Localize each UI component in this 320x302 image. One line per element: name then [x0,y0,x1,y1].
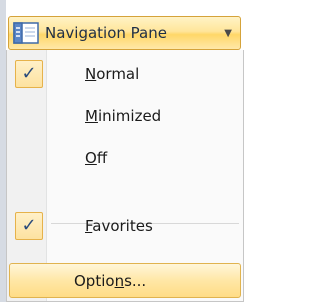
checked-indicator: ✓ [15,60,43,88]
menu-item-label: Normal [85,65,140,83]
menu-item-options[interactable]: Options... [9,263,241,298]
menu-item-label: Off [85,149,108,167]
menu-item-favorites[interactable]: ✓ Favorites [9,208,241,244]
checkmark-icon: ✓ [21,63,37,84]
menu-item-label: Favorites [85,217,153,235]
checked-indicator: ✓ [15,212,43,240]
navigation-pane-menu: ✓ Normal Minimized Off ✓ Favorites Optio… [6,50,244,302]
menu-screenshot: Navigation Pane ▼ ✓ Normal Minimized Off… [0,0,244,302]
navigation-pane-label: Navigation Pane [45,24,167,42]
menu-item-label: Minimized [85,107,162,125]
menu-item-normal[interactable]: ✓ Normal [9,56,241,92]
menu-item-off[interactable]: Off [9,140,241,176]
navigation-pane-icon [13,22,39,44]
menu-item-label: Options... [74,271,147,290]
checkmark-icon: ✓ [21,215,37,236]
chevron-down-icon: ▼ [224,27,232,39]
menu-item-minimized[interactable]: Minimized [9,98,241,134]
navigation-pane-button[interactable]: Navigation Pane ▼ [8,16,241,50]
